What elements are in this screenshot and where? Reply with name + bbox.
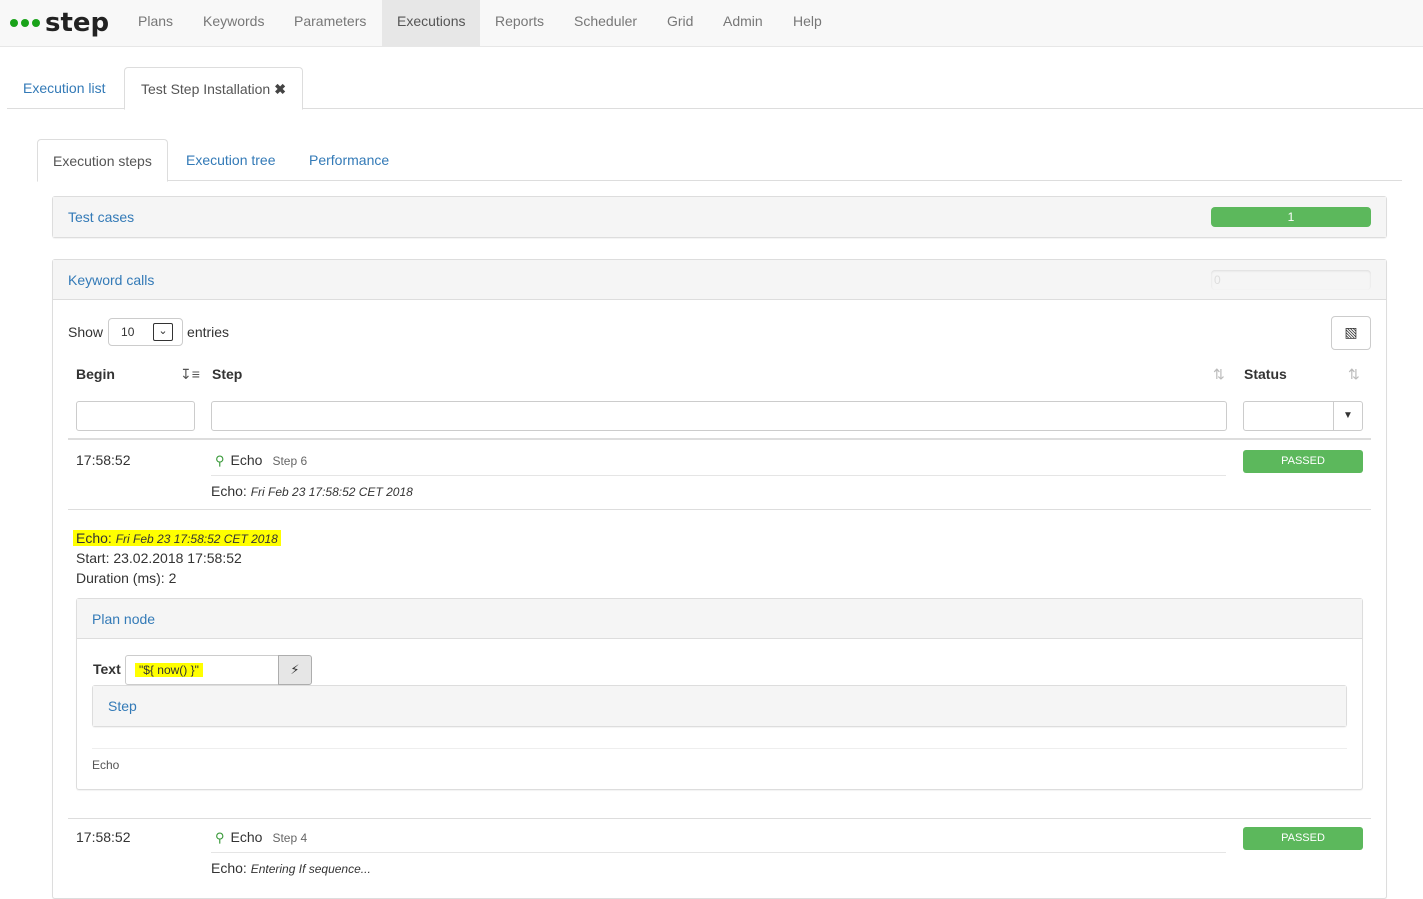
row1-output: Echo: Fri Feb 23 17:58:52 CET 2018 (211, 483, 413, 499)
keyword-calls-title: Keyword calls (68, 272, 155, 288)
text-field-value: "${ now() }" (135, 663, 203, 677)
test-cases-progress: 1 (1211, 207, 1371, 227)
header-status[interactable]: Status (1244, 366, 1287, 382)
sort-desc-icon[interactable]: ↧≡ (180, 366, 200, 383)
test-cases-heading[interactable]: Test cases 1 (53, 197, 1386, 237)
divider (92, 748, 1347, 749)
nav-grid[interactable]: Grid (652, 0, 708, 46)
row-divider (68, 818, 1371, 819)
detail-echo-value: Fri Feb 23 17:58:52 CET 2018 (115, 532, 278, 546)
export-button[interactable]: ▧ (1331, 316, 1371, 350)
row-divider (68, 509, 1371, 510)
row1-output-label: Echo: (211, 483, 247, 499)
nav-plans[interactable]: Plans (123, 0, 188, 46)
dynamic-expression-button[interactable]: ⚡︎ (278, 655, 312, 685)
row1-step-num: Step 6 (272, 454, 308, 468)
row2-step-name: Echo (230, 829, 263, 845)
sort-icon[interactable]: ⇅ (1348, 366, 1360, 383)
export-icon: ▧ (1344, 324, 1358, 340)
entries-control: Show 10 ⌄ entries (68, 318, 229, 346)
begin-filter-input[interactable] (76, 401, 195, 431)
nav-admin[interactable]: Admin (708, 0, 778, 46)
entries-select[interactable]: 10 ⌄ (108, 318, 184, 346)
header-divider (68, 438, 1371, 440)
top-navbar: step Plans Keywords Parameters Execution… (0, 0, 1423, 47)
tab-execution-tree[interactable]: Execution tree (170, 139, 292, 181)
nav-help[interactable]: Help (778, 0, 837, 46)
step-heading[interactable]: Step (93, 686, 1346, 726)
step-panel: Step (92, 685, 1347, 727)
tab-test-step-installation[interactable]: Test Step Installation ✖ (124, 67, 303, 110)
brand-logo[interactable]: step (10, 5, 109, 41)
plan-node-title: Plan node (92, 611, 156, 627)
detail-start: Start: 23.02.2018 17:58:52 (76, 550, 242, 566)
tab-label: Test Step Installation (141, 81, 271, 97)
nav-executions[interactable]: Executions (382, 0, 480, 46)
row2-output-value: Entering If sequence... (250, 862, 371, 876)
entries-label: entries (187, 324, 230, 340)
keyword-calls-progress-label: 0 (1214, 273, 1221, 287)
status-badge: PASSED (1243, 450, 1363, 473)
row2-output: Echo: Entering If sequence... (211, 860, 371, 876)
plan-node-heading[interactable]: Plan node (77, 599, 1362, 639)
header-begin[interactable]: Begin (76, 366, 115, 382)
text-label: Text (93, 661, 121, 677)
tab-performance[interactable]: Performance (293, 139, 405, 181)
close-icon[interactable]: ✖ (274, 81, 286, 97)
nav-scheduler[interactable]: Scheduler (559, 0, 652, 46)
nav-reports[interactable]: Reports (480, 0, 559, 46)
keyword-calls-progress: 0 (1211, 270, 1371, 290)
execution-tabs: Execution list Test Step Installation ✖ (7, 67, 1423, 110)
step-title: Step (108, 698, 137, 714)
row1-output-value: Fri Feb 23 17:58:52 CET 2018 (250, 485, 413, 499)
nav-parameters[interactable]: Parameters (279, 0, 381, 46)
text-field[interactable]: "${ now() }" (125, 655, 279, 685)
status-badge: PASSED (1243, 827, 1363, 850)
header-step[interactable]: Step (212, 366, 242, 382)
row1-step[interactable]: ⚲ Echo Step 6 (215, 452, 307, 469)
test-cases-panel: Test cases 1 (52, 196, 1387, 238)
plan-node-footer: Echo (92, 758, 120, 772)
zoom-in-icon[interactable]: ⚲ (215, 453, 225, 469)
test-cases-progress-fill: 1 (1211, 207, 1371, 227)
tab-execution-list[interactable]: Execution list (7, 67, 121, 109)
logo-dots-icon (10, 19, 40, 27)
detail-echo-label: Echo: (76, 530, 112, 546)
show-label: Show (68, 324, 104, 340)
row2-step[interactable]: ⚲ Echo Step 4 (215, 829, 307, 846)
caret-down-icon[interactable]: ▼ (1333, 401, 1363, 431)
row1-step-name: Echo (230, 452, 263, 468)
execution-subtabs: Execution steps Execution tree Performan… (37, 139, 1402, 182)
brand-name: step (45, 8, 110, 38)
nav-keywords[interactable]: Keywords (188, 0, 279, 46)
entries-value: 10 (121, 325, 135, 339)
zoom-in-icon[interactable]: ⚲ (215, 830, 225, 846)
detail-echo: Echo: Fri Feb 23 17:58:52 CET 2018 (73, 530, 281, 546)
status-filter-input[interactable] (1243, 401, 1334, 431)
bolt-icon: ⚡︎ (290, 662, 300, 677)
step-filter-input[interactable] (211, 401, 1227, 431)
chevron-down-icon: ⌄ (153, 323, 174, 341)
detail-echo-highlight: Echo: Fri Feb 23 17:58:52 CET 2018 (73, 530, 281, 546)
row2-begin: 17:58:52 (76, 829, 131, 845)
row2-output-label: Echo: (211, 860, 247, 876)
divider (211, 475, 1226, 476)
sort-icon[interactable]: ⇅ (1213, 366, 1225, 383)
divider (211, 852, 1226, 853)
test-cases-title: Test cases (68, 209, 135, 225)
tab-execution-steps[interactable]: Execution steps (37, 139, 168, 182)
row2-step-num: Step 4 (272, 831, 308, 845)
keyword-calls-heading[interactable]: Keyword calls 0 (53, 260, 1386, 300)
keyword-calls-panel: Keyword calls 0 (52, 259, 1387, 899)
row1-begin: 17:58:52 (76, 452, 131, 468)
detail-duration: Duration (ms): 2 (76, 570, 177, 586)
